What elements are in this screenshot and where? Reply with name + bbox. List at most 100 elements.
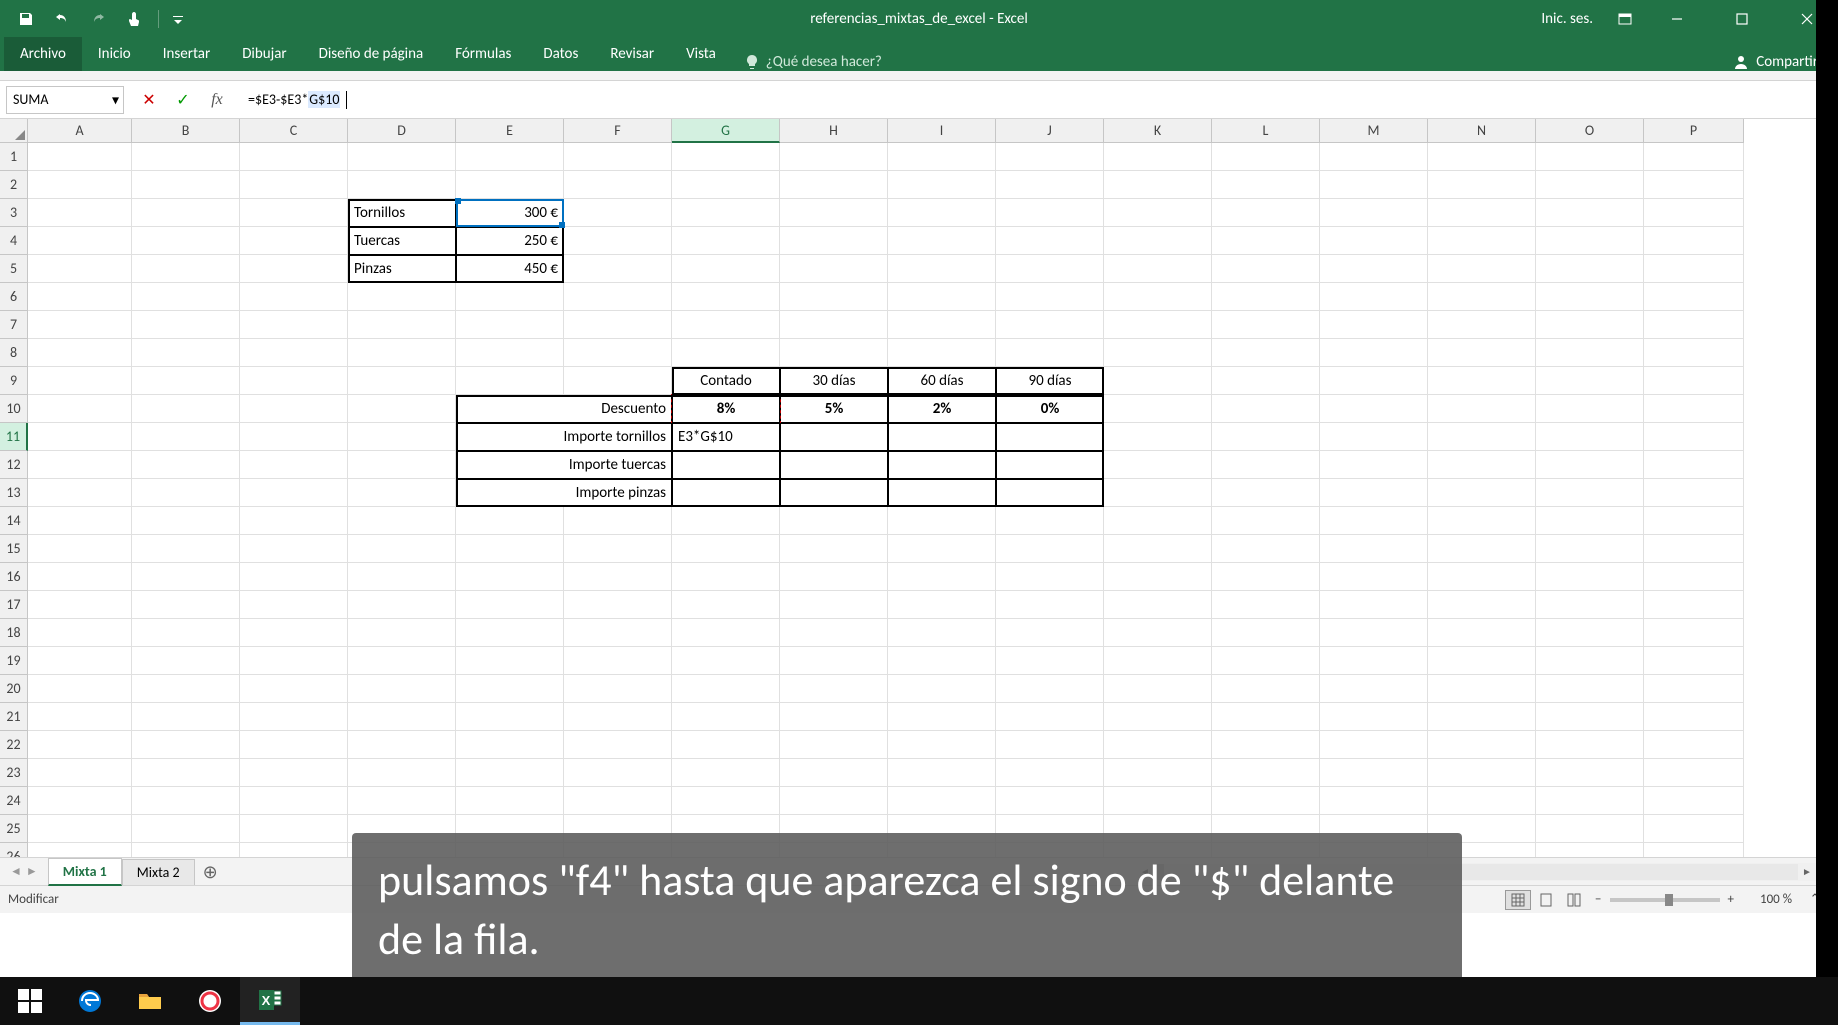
cell[interactable] [1428, 311, 1536, 339]
cell[interactable] [348, 535, 456, 563]
cell[interactable] [780, 507, 888, 535]
cell[interactable] [1644, 339, 1744, 367]
cell[interactable] [348, 731, 456, 759]
cell[interactable] [132, 619, 240, 647]
cell[interactable] [1536, 311, 1644, 339]
cell[interactable] [28, 171, 132, 199]
cell[interactable] [1428, 647, 1536, 675]
cell[interactable] [996, 563, 1104, 591]
ribbon-tab-insertar[interactable]: Insertar [147, 37, 226, 71]
importe-value-cell[interactable] [780, 423, 888, 451]
cell[interactable] [132, 423, 240, 451]
cell[interactable] [1536, 199, 1644, 227]
scroll-right-arrow[interactable]: ► [1798, 865, 1816, 878]
cell[interactable] [1428, 591, 1536, 619]
cell[interactable] [996, 787, 1104, 815]
cell[interactable] [672, 199, 780, 227]
cell[interactable] [132, 675, 240, 703]
column-header-D[interactable]: D [348, 119, 456, 143]
cell[interactable] [1212, 759, 1320, 787]
ribbon-tab-revisar[interactable]: Revisar [594, 37, 670, 71]
cell[interactable] [564, 311, 672, 339]
cell[interactable] [1320, 787, 1428, 815]
cell[interactable] [780, 787, 888, 815]
cell[interactable] [28, 423, 132, 451]
cell[interactable] [780, 591, 888, 619]
cell[interactable] [28, 647, 132, 675]
row-header-23[interactable]: 23 [0, 759, 28, 787]
cell[interactable] [1212, 507, 1320, 535]
importe-label-cell[interactable]: Importe tornillos [456, 423, 672, 451]
start-button[interactable] [0, 977, 60, 1025]
cell[interactable] [888, 675, 996, 703]
cell[interactable] [780, 311, 888, 339]
cell[interactable] [456, 787, 564, 815]
row-header-6[interactable]: 6 [0, 283, 28, 311]
cell[interactable] [28, 339, 132, 367]
cell[interactable] [1644, 815, 1744, 843]
importe-value-cell[interactable] [888, 451, 996, 479]
importe-value-cell[interactable] [996, 451, 1104, 479]
cell[interactable] [564, 283, 672, 311]
cell[interactable] [348, 451, 456, 479]
cell[interactable] [996, 759, 1104, 787]
importe-value-cell[interactable] [672, 451, 780, 479]
cell[interactable] [888, 647, 996, 675]
period-header-cell[interactable]: 30 días [780, 367, 888, 395]
cell[interactable] [1428, 703, 1536, 731]
period-header-cell[interactable]: 90 días [996, 367, 1104, 395]
formula-input[interactable]: =$E3-$E3*G$10 [242, 86, 1816, 114]
cell[interactable] [672, 339, 780, 367]
cell[interactable] [456, 311, 564, 339]
cell[interactable] [1104, 143, 1212, 171]
cell[interactable] [672, 255, 780, 283]
column-header-N[interactable]: N [1428, 119, 1536, 143]
cell[interactable] [780, 619, 888, 647]
cell[interactable] [1320, 255, 1428, 283]
cell[interactable] [996, 171, 1104, 199]
cell[interactable] [1536, 339, 1644, 367]
cell[interactable] [132, 339, 240, 367]
cell[interactable] [1644, 143, 1744, 171]
cell[interactable] [1644, 395, 1744, 423]
cell[interactable] [780, 563, 888, 591]
column-header-F[interactable]: F [564, 119, 672, 143]
cell[interactable] [28, 731, 132, 759]
cell[interactable] [348, 675, 456, 703]
cell[interactable] [1536, 143, 1644, 171]
cell[interactable] [888, 535, 996, 563]
zoom-level[interactable]: 100 % [1742, 892, 1792, 907]
cell[interactable] [780, 675, 888, 703]
cell[interactable] [1644, 563, 1744, 591]
cell[interactable] [564, 759, 672, 787]
cell[interactable] [1536, 731, 1644, 759]
cell[interactable] [1320, 199, 1428, 227]
cell[interactable] [348, 619, 456, 647]
cell[interactable] [1644, 703, 1744, 731]
row-header-4[interactable]: 4 [0, 227, 28, 255]
cell[interactable] [132, 591, 240, 619]
tell-me-search[interactable]: ¿Qué desea hacer? [732, 53, 894, 71]
cell[interactable] [1320, 423, 1428, 451]
cell[interactable] [132, 703, 240, 731]
cell[interactable] [780, 647, 888, 675]
cell[interactable] [1644, 535, 1744, 563]
cell[interactable] [240, 759, 348, 787]
period-header-cell[interactable]: 60 días [888, 367, 996, 395]
cell[interactable] [1428, 731, 1536, 759]
cell[interactable] [1428, 451, 1536, 479]
cell[interactable] [672, 675, 780, 703]
cell[interactable] [348, 787, 456, 815]
cell[interactable] [1212, 787, 1320, 815]
cell[interactable] [240, 367, 348, 395]
cell[interactable] [780, 227, 888, 255]
cell[interactable] [28, 563, 132, 591]
cell[interactable] [996, 647, 1104, 675]
cell[interactable] [780, 255, 888, 283]
cell[interactable] [888, 339, 996, 367]
cell[interactable] [1212, 395, 1320, 423]
cell[interactable] [1644, 171, 1744, 199]
cell[interactable] [348, 143, 456, 171]
discount-value-cell[interactable]: 5% [780, 395, 888, 423]
cell[interactable] [996, 143, 1104, 171]
